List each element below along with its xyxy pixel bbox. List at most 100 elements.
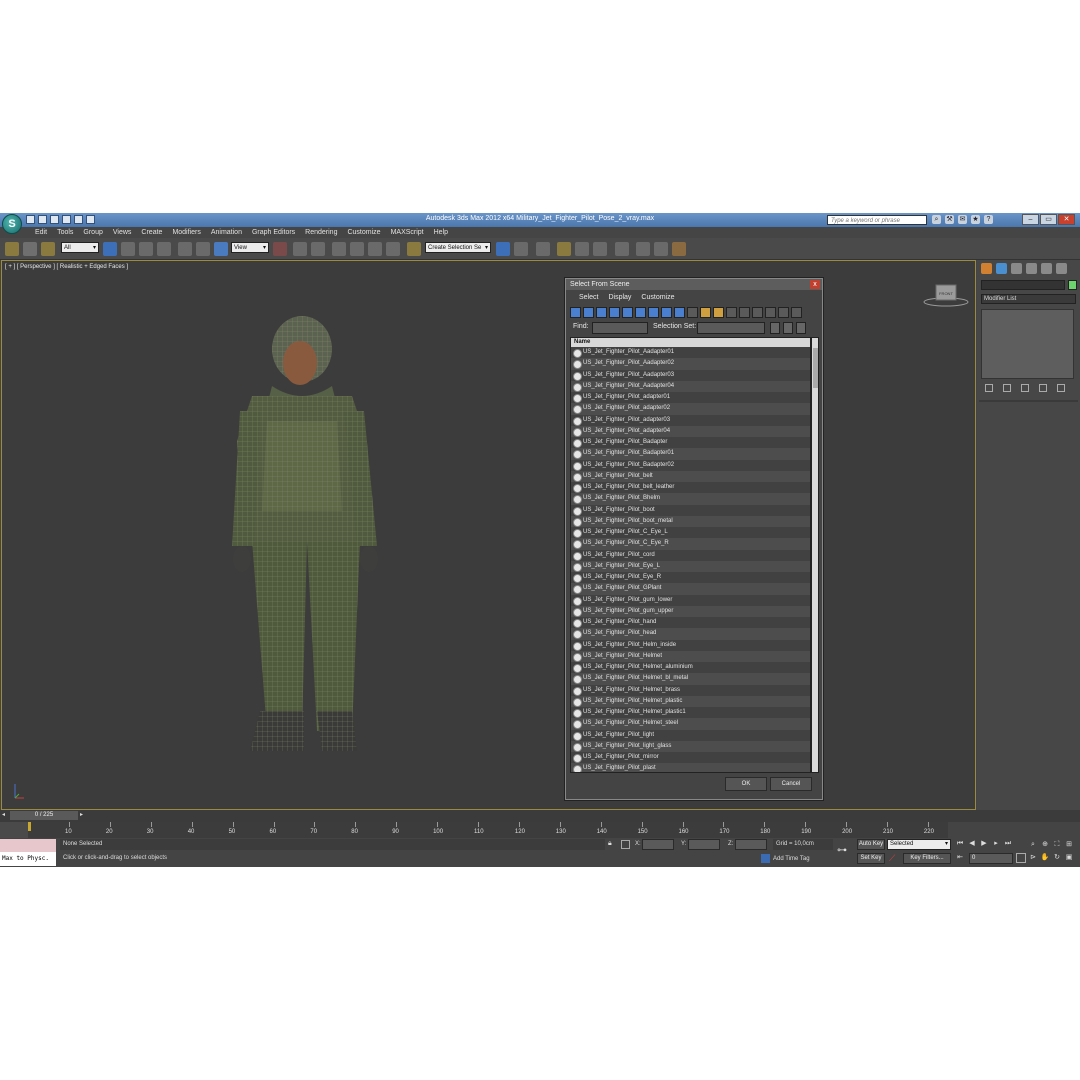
select-and-scale-icon[interactable] <box>214 242 228 256</box>
time-slider-frame[interactable]: 0 / 225 <box>10 811 78 820</box>
communication-icon[interactable]: ✉ <box>958 215 967 224</box>
schematic-view-icon[interactable] <box>593 242 607 256</box>
create-tab-icon[interactable] <box>981 263 992 274</box>
bones-filter-icon[interactable] <box>674 307 685 318</box>
menu-maxscript[interactable]: MAXScript <box>386 227 429 238</box>
perspective-viewport[interactable]: [ + ] [ Perspective ] [ Realistic + Edge… <box>1 260 976 810</box>
selection-set-edit-icon[interactable] <box>770 322 780 334</box>
time-marker[interactable] <box>28 822 31 831</box>
selection-filter-dropdown[interactable]: All <box>61 242 99 254</box>
list-item[interactable]: US_Jet_Fighter_Pilot_boot_metal <box>571 515 810 527</box>
display-tab-icon[interactable] <box>1041 263 1052 274</box>
set-key-icon[interactable]: ⊶ <box>837 846 851 856</box>
select-and-link-icon[interactable] <box>5 242 19 256</box>
display-all-icon[interactable] <box>687 307 698 318</box>
zoom-icon[interactable]: ⌕ <box>1028 839 1038 850</box>
next-frame-icon[interactable]: ▸ <box>991 839 1001 849</box>
align-icon[interactable] <box>514 242 528 256</box>
list-item[interactable]: US_Jet_Fighter_Pilot_Aadapter01 <box>571 347 810 359</box>
subscription-icon[interactable]: ⚒ <box>945 215 954 224</box>
select-object-icon[interactable] <box>103 242 117 256</box>
previous-frame-icon[interactable]: ◀ <box>967 839 977 849</box>
list-item[interactable]: US_Jet_Fighter_Pilot_Helmet <box>571 650 810 662</box>
spinner-snap-icon[interactable] <box>386 242 400 256</box>
groups-filter-icon[interactable] <box>648 307 659 318</box>
hierarchy-tab-icon[interactable] <box>1011 263 1022 274</box>
make-unique-icon[interactable] <box>1021 384 1029 392</box>
list-item[interactable]: US_Jet_Fighter_Pilot_adapter04 <box>571 425 810 437</box>
select-and-move-icon[interactable] <box>178 242 192 256</box>
list-item[interactable]: US_Jet_Fighter_Pilot_Helmet_plastic1 <box>571 707 810 719</box>
list-item[interactable]: US_Jet_Fighter_Pilot_mirror <box>571 752 810 764</box>
utilities-tab-icon[interactable] <box>1056 263 1067 274</box>
field-of-view-icon[interactable]: ⊳ <box>1028 852 1038 863</box>
percent-snap-icon[interactable] <box>368 242 382 256</box>
angle-snap-icon[interactable] <box>350 242 364 256</box>
close-window-button[interactable]: ✕ <box>1058 214 1075 225</box>
modifier-list-dropdown[interactable]: Modifier List <box>981 294 1076 304</box>
maximize-viewport-icon[interactable]: ▣ <box>1064 852 1074 863</box>
select-and-rotate-icon[interactable] <box>196 242 210 256</box>
list-item[interactable]: US_Jet_Fighter_Pilot_Aadapter02 <box>571 358 810 370</box>
maxscript-mini-listener[interactable]: Max to Physc. <box>0 839 56 866</box>
list-item[interactable]: US_Jet_Fighter_Pilot_adapter02 <box>571 403 810 415</box>
sync-selection-icon[interactable] <box>765 307 776 318</box>
list-item[interactable]: US_Jet_Fighter_Pilot_Helmet_bl_metal <box>571 673 810 685</box>
name-column-header[interactable]: Name <box>571 338 810 347</box>
window-crossing-icon[interactable] <box>157 242 171 256</box>
key-filters-button[interactable]: Key Filters... <box>903 853 951 864</box>
dialog-menu-select[interactable]: Select <box>574 292 603 304</box>
list-item[interactable]: US_Jet_Fighter_Pilot_Helmet_aluminium <box>571 662 810 674</box>
cameras-filter-icon[interactable] <box>609 307 620 318</box>
absolute-mode-icon[interactable] <box>621 840 630 849</box>
list-item[interactable]: US_Jet_Fighter_Pilot_Aadapter03 <box>571 369 810 381</box>
list-item[interactable]: US_Jet_Fighter_Pilot_gum_upper <box>571 605 810 617</box>
pin-stack-icon[interactable] <box>985 384 993 392</box>
list-item[interactable]: US_Jet_Fighter_Pilot_Eye_L <box>571 560 810 572</box>
help-icon[interactable]: ? <box>984 215 993 224</box>
restore-button[interactable]: ▭ <box>1040 214 1057 225</box>
x-coordinate-field[interactable] <box>642 839 674 850</box>
time-slider-prev-icon[interactable]: ◂ <box>2 811 5 818</box>
list-item[interactable]: US_Jet_Fighter_Pilot_Aadapter04 <box>571 380 810 392</box>
dialog-close-button[interactable]: x <box>810 280 820 289</box>
list-item[interactable]: US_Jet_Fighter_Pilot_C_Eye_L <box>571 527 810 539</box>
menu-create[interactable]: Create <box>136 227 167 238</box>
select-and-manipulate-icon[interactable] <box>293 242 307 256</box>
select-invert-icon[interactable] <box>752 307 763 318</box>
list-item[interactable]: US_Jet_Fighter_Pilot_boot <box>571 504 810 516</box>
list-item[interactable]: US_Jet_Fighter_Pilot_Badapter02 <box>571 459 810 471</box>
render-setup-icon[interactable] <box>636 242 650 256</box>
menu-modifiers[interactable]: Modifiers <box>167 227 205 238</box>
display-none-icon[interactable] <box>700 307 711 318</box>
list-item[interactable]: US_Jet_Fighter_Pilot_light <box>571 729 810 741</box>
menu-customize[interactable]: Customize <box>342 227 385 238</box>
object-name-input[interactable] <box>981 280 1065 290</box>
orbit-icon[interactable]: ↻ <box>1052 852 1062 863</box>
modifier-stack[interactable] <box>981 309 1074 379</box>
xrefs-filter-icon[interactable] <box>661 307 672 318</box>
maxscript-output[interactable] <box>0 839 56 852</box>
go-to-start-icon[interactable]: ⏮ <box>955 839 965 849</box>
geometry-filter-icon[interactable] <box>570 307 581 318</box>
graphite-modeling-tools-icon[interactable] <box>557 242 571 256</box>
rendered-frame-window-icon[interactable] <box>654 242 668 256</box>
pilot-model[interactable] <box>212 311 412 761</box>
selection-lock-icon[interactable]: 🔒︎ <box>608 840 612 848</box>
mini-curve-editor-toggle[interactable] <box>0 822 28 838</box>
menu-group[interactable]: Group <box>78 227 107 238</box>
snaps-toggle-icon[interactable] <box>332 242 346 256</box>
list-item[interactable]: US_Jet_Fighter_Pilot_GPlant <box>571 583 810 595</box>
time-slider-next-icon[interactable]: ▸ <box>80 811 83 818</box>
list-item[interactable]: US_Jet_Fighter_Pilot_belt_leather <box>571 482 810 494</box>
list-item[interactable]: US_Jet_Fighter_Pilot_head <box>571 628 810 640</box>
pivot-center-icon[interactable] <box>273 242 287 256</box>
list-item[interactable]: US_Jet_Fighter_Pilot_Eye_R <box>571 572 810 584</box>
key-mode-toggle-icon[interactable]: ⇤ <box>955 853 965 863</box>
ok-button[interactable]: OK <box>725 777 767 791</box>
render-production-icon[interactable] <box>672 242 686 256</box>
list-item[interactable]: US_Jet_Fighter_Pilot_Helmet_brass <box>571 684 810 696</box>
list-item[interactable]: US_Jet_Fighter_Pilot_adapter01 <box>571 392 810 404</box>
find-input[interactable] <box>592 322 648 334</box>
menu-edit[interactable]: Edit <box>30 227 52 238</box>
